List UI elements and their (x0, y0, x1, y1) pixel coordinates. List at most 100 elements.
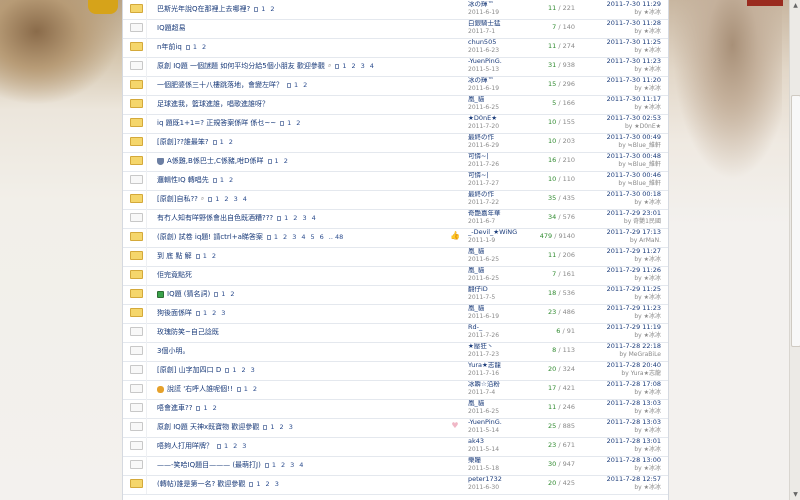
thread-title-link[interactable]: iq 題既1+1=? 正規答案係咩 係乜~~ (157, 119, 276, 127)
page-link[interactable]: 1 (221, 290, 225, 298)
page-link[interactable]: 4 (299, 461, 303, 469)
thread-row[interactable]: 原創 IQ題 一個謎題 如何平均分給5個小朋友 歡迎參觀 ⌕ 1 2 3 4 -YuenPi… (123, 57, 668, 77)
page-link[interactable]: 1 (224, 442, 228, 450)
last-poster[interactable]: by ≒Blue_維軒 (593, 142, 661, 149)
last-post-time-link[interactable]: 2011-7-28 13:00 (593, 457, 661, 464)
thread-title-link[interactable]: [原創] 山字加四口 D (157, 366, 221, 374)
page-link[interactable]: 1 (284, 214, 288, 222)
thread-row[interactable]: [原創]??誰最笨? 1 2 最終の作 2011-6-29 10 / 203 2011-7-… (123, 133, 668, 153)
page-link[interactable]: 2 (241, 366, 245, 374)
page-link[interactable]: 1 (342, 62, 346, 70)
last-post-time-link[interactable]: 2011-7-29 11:25 (593, 286, 661, 293)
thread-title-link[interactable]: 玫瑰防笑~自己諗既 (157, 328, 219, 336)
last-post-time-link[interactable]: 2011-7-29 17:13 (593, 229, 661, 236)
last-poster[interactable]: by ★冰冰 (593, 389, 661, 396)
last-poster[interactable]: by Yura★志龍 (593, 370, 661, 377)
page-link[interactable]: .. 48 (329, 233, 343, 241)
thread-row[interactable]: ——-笑哈IQ題目——— (最萌打J) 1 2 3 4 樂瞳 2011-5-18 30 / 9… (123, 456, 668, 476)
thread-title-link[interactable]: IQ題 (猜名詞) (167, 290, 210, 298)
page-link[interactable]: 2 (351, 62, 355, 70)
thread-row[interactable]: IQ題超易 白銀騎士猛 2011-7-1 7 / 140 2011-7-30 11:28… (123, 19, 668, 39)
last-poster[interactable]: by ★冰冰 (593, 332, 661, 339)
page-link[interactable]: 3 (292, 233, 296, 241)
page-link[interactable]: 1 (294, 81, 298, 89)
last-poster[interactable]: by ≒Blue_維軒 (593, 161, 661, 168)
page-link[interactable]: 3 (234, 195, 238, 203)
thread-row[interactable]: 唔夠人打用咩牌？ 1 2 3 ak43 2011-5-14 23 / 671 2011-7-2… (123, 437, 668, 457)
thread-row[interactable]: n年前iq 1 2 chun505 2011-6-23 11 / 274 2011-7-30… (123, 38, 668, 58)
last-post-time-link[interactable]: 2011-7-28 20:40 (593, 362, 661, 369)
thread-title-link[interactable]: (原創) 試卷 iq題! 請ctrl+a睇答案 (157, 233, 263, 241)
page-link[interactable]: 3 (289, 423, 293, 431)
thread-title-link[interactable]: n年前iq (157, 43, 182, 51)
thread-row[interactable]: 有冇人知有咩野係會出自色既酒糟??? 1 2 3 4 奇艷嘉年華 2011-6-7 34 / … (123, 209, 668, 229)
last-poster[interactable]: by ★冰冰 (593, 484, 661, 491)
thread-row[interactable]: 玫瑰防笑~自己諗既 Rd-_ 2011-7-26 6 / 91 2011-7-29 11… (123, 323, 668, 343)
page-link[interactable]: 1 (220, 176, 224, 184)
thread-title-link[interactable]: 一個肥婆係三十八樓跳落地，會變左咩？ (157, 81, 283, 89)
last-post-time-link[interactable]: 2011-7-29 11:19 (593, 324, 661, 331)
last-post-time-link[interactable]: 2011-7-30 11:28 (593, 20, 661, 27)
page-link[interactable]: 1 (256, 480, 260, 488)
last-poster[interactable]: by ★冰冰 (593, 104, 661, 111)
last-poster[interactable]: by ★冰冰 (593, 256, 661, 263)
page-link[interactable]: 2 (212, 309, 216, 317)
last-poster[interactable]: by ★冰冰 (593, 47, 661, 54)
page-link[interactable]: 2 (224, 195, 228, 203)
page-link[interactable]: 1 (275, 157, 279, 165)
page-link[interactable]: 1 (193, 43, 197, 51)
thread-title-link[interactable]: ——-笑哈IQ題目——— (最萌打J) (157, 461, 261, 469)
page-link[interactable]: 2 (293, 214, 297, 222)
page-link[interactable]: 4 (243, 195, 247, 203)
page-link[interactable]: 2 (280, 423, 284, 431)
thread-title-link[interactable]: 足球進我，籃球進誰，唱歌進誰呀？ (157, 100, 269, 108)
last-poster[interactable]: by ★冰冰 (593, 313, 661, 320)
page-link[interactable]: 1 (203, 309, 207, 317)
thread-row[interactable]: 唔會進車?? 1 2 凰_貓 2011-6-25 11 / 246 2011-7-28 13… (123, 399, 668, 419)
thread-row[interactable]: (原創) 試卷 iq題! 請ctrl+a睇答案 1 2 3 4 5 6.. 48 👍 _-Dev… (123, 228, 668, 248)
thread-row[interactable]: 說謊 '右呼人誰呢個!! 1 2 冰瞬☆沿粉 2011-7-4 17 / 421 2011-… (123, 380, 668, 400)
page-link[interactable]: 3 (242, 442, 246, 450)
last-poster[interactable]: by MeGraBiLe (593, 351, 661, 358)
last-poster[interactable]: by ★冰冰 (593, 199, 661, 206)
last-post-time-link[interactable]: 2011-7-29 23:01 (593, 210, 661, 217)
thread-title-link[interactable]: A係雞,B係巴士,C係豬,咁D係咩 (167, 157, 264, 165)
thread-row[interactable]: 到 底 點 解 1 2 凰_貓 2011-6-25 11 / 206 2011-7-29 1… (123, 247, 668, 267)
thread-title-link[interactable]: IQ題超易 (157, 24, 186, 32)
page-link[interactable]: 1 (261, 5, 265, 13)
vertical-scrollbar[interactable]: ▲ ▼ (789, 0, 800, 500)
last-post-time-link[interactable]: 2011-7-29 11:26 (593, 267, 661, 274)
thread-row[interactable]: [原創]自私?? ⌕ 1 2 3 4 最終の作 2011-7-22 35 / 435 2011-7… (123, 190, 668, 210)
page-link[interactable]: 1 (274, 233, 278, 241)
page-link[interactable]: 3 (361, 62, 365, 70)
last-poster[interactable]: by ★冰冰 (593, 294, 661, 301)
page-link[interactable]: 2 (213, 404, 217, 412)
last-post-time-link[interactable]: 2011-7-29 11:23 (593, 305, 661, 312)
last-post-time-link[interactable]: 2011-7-30 02:53 (593, 115, 661, 122)
last-post-time-link[interactable]: 2011-7-28 22:18 (593, 343, 661, 350)
page-link[interactable]: 3 (221, 309, 225, 317)
thread-title-link[interactable]: 說謊 '右呼人誰呢個!! (167, 385, 233, 393)
last-post-time-link[interactable]: 2011-7-30 11:23 (593, 58, 661, 65)
last-post-time-link[interactable]: 2011-7-30 11:29 (593, 1, 661, 8)
last-post-time-link[interactable]: 2011-7-30 00:18 (593, 191, 661, 198)
page-link[interactable]: 2 (229, 138, 233, 146)
thread-title-link[interactable]: 原創 IQ題 一個謎題 如何平均分給5個小朋友 歡迎參觀 (157, 62, 325, 70)
last-post-time-link[interactable]: 2011-7-28 13:01 (593, 438, 661, 445)
last-post-time-link[interactable]: 2011-7-28 17:08 (593, 381, 661, 388)
thread-row[interactable]: 足球進我，籃球進誰，唱歌進誰呀？ 凰_貓 2011-6-25 5 / 166 2011-… (123, 95, 668, 115)
scroll-down-arrow-icon[interactable]: ▼ (790, 489, 800, 500)
last-poster[interactable]: by ★冰冰 (593, 408, 661, 415)
last-post-time-link[interactable]: 2011-7-29 11:27 (593, 248, 661, 255)
thread-title-link[interactable]: 唔夠人打用咩牌？ (157, 442, 213, 450)
last-poster[interactable]: by ★D0nE★ (593, 123, 661, 130)
last-poster[interactable]: by ≒Blue_維軒 (593, 180, 661, 187)
last-post-time-link[interactable]: 2011-7-28 13:03 (593, 400, 661, 407)
last-post-time-link[interactable]: 2011-7-28 12:57 (593, 476, 661, 483)
page-link[interactable]: 2 (230, 290, 234, 298)
thread-title-link[interactable]: [原創]自私?? (157, 195, 198, 203)
thread-row[interactable]: [原創] 山字加四口 D 1 2 3 Yura★志龍 2011-7-16 20 / 324 2… (123, 361, 668, 381)
last-poster[interactable]: by ★冰冰 (593, 465, 661, 472)
thread-row[interactable]: 一個肥婆係三十八樓跳落地，會變左咩？ 1 2 冰の輝™ 2011-6-19 15 / 29… (123, 76, 668, 96)
page-link[interactable]: 1 (220, 138, 224, 146)
